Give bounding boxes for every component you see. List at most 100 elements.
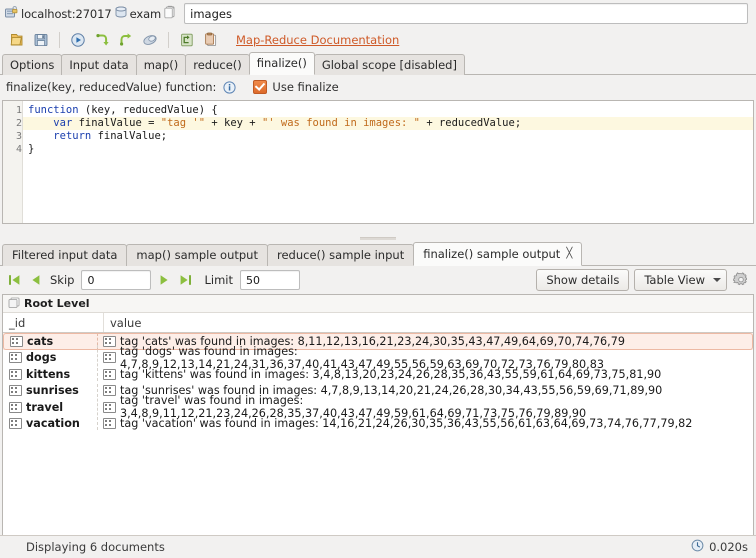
tab-finalize[interactable]: finalize() <box>248 52 315 75</box>
status-text: Displaying 6 documents <box>26 540 165 554</box>
connection-bar: localhost:27017 exam images <box>0 0 756 27</box>
string-type-icon <box>9 418 22 430</box>
column-header-value[interactable]: value <box>104 313 753 332</box>
string-type-icon <box>103 401 116 413</box>
cell-id-text: travel <box>26 400 64 414</box>
tab-map-sample-output[interactable]: map() sample output <box>126 244 268 266</box>
view-mode-selector[interactable]: Table View <box>634 269 727 291</box>
first-page-icon[interactable] <box>6 272 22 288</box>
string-type-icon <box>9 368 22 380</box>
finalize-editor-pane: finalize(key, reducedValue) function: Us… <box>0 75 756 235</box>
map-reduce-documentation-link[interactable]: Map-Reduce Documentation <box>236 33 399 47</box>
cell-id: dogs <box>3 351 97 364</box>
next-page-icon[interactable] <box>156 272 172 288</box>
cell-value-text: tag 'kittens' was found in images: 3,4,8… <box>120 367 662 381</box>
cell-id-text: sunrises <box>26 384 79 398</box>
tab-options[interactable]: Options <box>2 54 63 75</box>
code-token: function <box>28 104 85 116</box>
use-finalize-label: Use finalize <box>272 80 339 94</box>
run-icon[interactable] <box>67 29 89 50</box>
table-row[interactable]: dogs tag 'dogs' was found in images: 4,7,… <box>3 344 753 371</box>
tab-finalize-sample-output[interactable]: finalize() sample output ╳ <box>413 242 583 266</box>
limit-value: 50 <box>245 273 260 287</box>
code-token: finalValue = <box>78 117 161 129</box>
splitter-grip <box>360 236 396 240</box>
result-pager: Skip 0 Limit 50 Show details Table View <box>0 266 756 294</box>
limit-label: Limit <box>204 273 233 287</box>
close-icon[interactable]: ╳ <box>566 243 572 265</box>
previous-page-icon[interactable] <box>27 272 43 288</box>
tab-map[interactable]: map() <box>135 54 187 75</box>
gear-icon[interactable] <box>732 271 750 289</box>
string-type-icon <box>9 401 22 413</box>
table-row[interactable]: vacation tag 'vacation' was found in imag… <box>3 416 753 433</box>
info-icon[interactable] <box>223 80 237 94</box>
step-over-icon[interactable] <box>115 29 137 50</box>
cell-id: travel <box>3 401 97 414</box>
tab-global-scope[interactable]: Global scope [disabled] <box>313 54 465 75</box>
host-label: localhost:27017 <box>21 6 112 21</box>
elapsed-value: 0.020s <box>709 540 748 554</box>
string-type-icon <box>10 335 23 347</box>
tab-input-data[interactable]: Input data <box>61 54 137 75</box>
status-bar: Displaying 6 documents 0.020s <box>0 535 756 558</box>
string-type-icon <box>9 385 22 397</box>
finalize-function-row: finalize(key, reducedValue) function: Us… <box>0 75 756 99</box>
collection-input[interactable]: images <box>184 3 748 24</box>
table-row[interactable]: kittens tag 'kittens' was found in images… <box>3 366 753 383</box>
cell-value-text: tag 'vacation' was found in images: 14,1… <box>120 417 693 431</box>
code-token: "tag '" <box>160 117 206 129</box>
paste-into-shell-icon[interactable] <box>176 29 198 50</box>
map-reduce-window: localhost:27017 exam images Map-Reduce D… <box>0 0 756 558</box>
cell-value: tag 'kittens' was found in images: 3,4,8… <box>97 367 753 381</box>
cell-id: sunrises <box>3 384 97 397</box>
code-token: + key + <box>205 117 262 129</box>
elapsed-time: 0.020s <box>691 539 748 555</box>
code-token: finalValue; <box>97 130 168 142</box>
code-line: var finalValue = "tag '" + key + "' was … <box>23 117 753 130</box>
result-tab-strip: Filtered input data map() sample output … <box>0 241 756 266</box>
toolbar-separator <box>59 31 60 48</box>
skip-value: 0 <box>87 273 95 287</box>
root-level-row: Root Level <box>3 295 753 313</box>
tab-reduce-sample-input[interactable]: reduce() sample input <box>266 244 415 266</box>
collection-icon <box>164 5 177 22</box>
code-token: var <box>53 117 79 129</box>
string-type-icon <box>103 385 116 397</box>
table-rows: cats tag 'cats' was found in images: 8,11… <box>3 333 753 535</box>
copy-icon[interactable] <box>200 29 222 50</box>
code-line: function (key, reducedValue) { <box>23 104 753 117</box>
use-finalize-checkbox[interactable]: Use finalize <box>253 80 339 94</box>
cell-id: cats <box>3 333 97 350</box>
code-line: } <box>23 143 753 156</box>
show-details-button[interactable]: Show details <box>536 269 630 291</box>
line-number: 4 <box>15 144 22 155</box>
connection-info: localhost:27017 exam <box>4 5 177 22</box>
tab-reduce[interactable]: reduce() <box>185 54 250 75</box>
table-row[interactable]: travel tag 'travel' was found in images: … <box>3 394 753 421</box>
server-lock-icon <box>4 5 18 22</box>
code-lines[interactable]: function (key, reducedValue) { var final… <box>23 101 753 223</box>
chevron-down-icon <box>713 278 721 282</box>
skip-label: Skip <box>50 273 75 287</box>
skip-input[interactable]: 0 <box>81 270 152 290</box>
tab-filtered-input-data[interactable]: Filtered input data <box>2 244 128 266</box>
clear-icon[interactable] <box>139 29 161 50</box>
column-header-id[interactable]: _id <box>3 313 104 332</box>
limit-input[interactable]: 50 <box>239 270 300 290</box>
finalize-code-editor[interactable]: 1 2 3 4 function (key, reducedValue) { v… <box>2 100 754 224</box>
results-table[interactable]: Root Level _id value cats tag 'cats' was … <box>2 294 754 535</box>
step-into-icon[interactable] <box>91 29 113 50</box>
cell-id-text: kittens <box>26 367 71 381</box>
open-icon[interactable] <box>6 29 28 50</box>
editor-horizontal-scrollbar[interactable] <box>2 224 754 235</box>
clock-icon <box>691 539 704 555</box>
last-page-icon[interactable] <box>177 272 193 288</box>
string-type-icon <box>103 368 116 380</box>
line-number: 1 <box>15 105 22 116</box>
save-icon[interactable] <box>30 29 52 50</box>
code-gutter: 1 2 3 4 <box>3 101 23 223</box>
checkbox-box <box>253 80 268 94</box>
